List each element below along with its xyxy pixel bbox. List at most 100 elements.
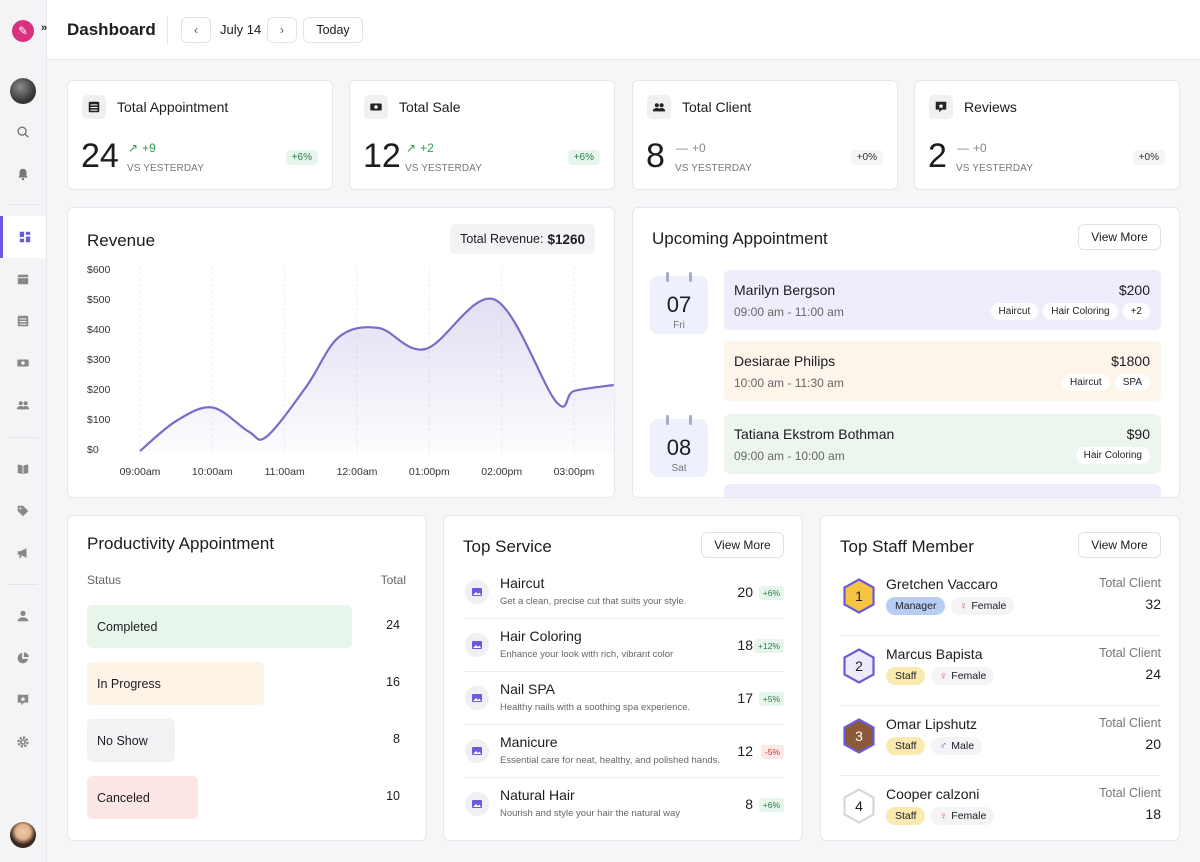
date-box: 07 Fri <box>650 272 708 334</box>
service-count: 12 <box>737 743 753 759</box>
calendar-icon[interactable] <box>0 258 46 300</box>
sidebar-divider <box>8 584 38 585</box>
service-description: Get a clean, precise cut that suits your… <box>500 596 687 607</box>
view-more-button[interactable]: View More <box>1078 224 1161 250</box>
total-client-label: Total Client <box>1099 646 1161 660</box>
service-tags: Haircut SPA <box>1062 374 1150 391</box>
service-name: Hair Coloring <box>500 628 582 644</box>
next-date-button[interactable]: › <box>267 17 297 43</box>
top-service-title: Top Service <box>463 537 552 556</box>
brand-logo-icon[interactable]: ✎ <box>12 20 34 42</box>
chart-icon[interactable] <box>0 637 46 679</box>
stat-badge: +0% <box>850 150 883 165</box>
female-icon: ♀ <box>939 810 948 822</box>
stat-delta: ↗ +9 <box>128 141 156 155</box>
header-divider <box>167 16 168 44</box>
user-avatar[interactable] <box>10 822 36 848</box>
appointment-item[interactable]: Tatiana Ekstrom Bothman 09:00 am - 10:00… <box>724 414 1161 474</box>
total-client-value: 18 <box>1145 806 1161 822</box>
status-bar[interactable]: Completed <box>87 605 352 648</box>
gender-badge: ♂ Male <box>931 737 983 755</box>
service-count: 8 <box>745 796 753 812</box>
service-item[interactable]: Manicure Essential care for neat, healthy… <box>463 725 784 778</box>
gender-badge: ♀ Female <box>931 807 995 825</box>
stat-vs-label: VS YESTERDAY <box>956 163 1033 174</box>
staff-tags: Staff ♂ Male <box>886 737 983 755</box>
staff-name: Omar Lipshutz <box>886 716 978 732</box>
book-icon[interactable] <box>0 448 46 490</box>
staff-item[interactable]: 1 Gretchen Vaccaro Manager ♀ Female Total Cli… <box>840 566 1161 636</box>
appointment-item-partial[interactable] <box>724 484 1161 497</box>
productivity-card: Productivity Appointment Status Total Co… <box>67 515 427 841</box>
trend-flat-icon: — <box>676 141 688 155</box>
calendar-pin <box>689 415 692 425</box>
status-count: 10 <box>386 789 400 803</box>
female-icon: ♀ <box>959 600 968 612</box>
appointment-item[interactable]: Marilyn Bergson 09:00 am - 11:00 am $200… <box>724 270 1161 330</box>
staff-item[interactable]: 4 Cooper calzoni Staff ♀ Female Total Client 1… <box>840 776 1161 846</box>
client-name: Desiarae Philips <box>734 353 836 369</box>
service-item[interactable]: Haircut Get a clean, precise cut that sui… <box>463 566 784 619</box>
service-count: 17 <box>737 690 753 706</box>
upcoming-appointment-card: Upcoming Appointment View More 07 Fri 08… <box>632 207 1180 498</box>
staff-tags: Manager ♀ Female <box>886 597 1015 615</box>
user-icon[interactable] <box>0 595 46 637</box>
rank-hexagon-icon: 1 <box>842 578 876 614</box>
date-box: 08 Sat <box>650 415 708 477</box>
gender-badge: ♀ Female <box>951 597 1015 615</box>
rank-number: 2 <box>855 658 863 674</box>
chevron-left-icon: ‹ <box>194 23 198 37</box>
appointment-item[interactable]: Desiarae Philips 10:00 am - 11:30 am $18… <box>724 341 1161 401</box>
service-name: Manicure <box>500 734 558 750</box>
megaphone-icon[interactable] <box>0 532 46 574</box>
stat-badge: +6% <box>285 150 318 165</box>
productivity-title: Productivity Appointment <box>87 534 275 553</box>
status-bar[interactable]: Canceled <box>87 776 198 819</box>
topbar: Dashboard ‹ July 14 › Today <box>47 0 1200 60</box>
service-item[interactable]: Hair Coloring Enhance your look with rich… <box>463 619 784 672</box>
money-icon[interactable] <box>0 342 46 384</box>
users-icon <box>647 95 671 119</box>
review-icon[interactable] <box>0 679 46 721</box>
status-count: 8 <box>393 732 400 746</box>
stat-card-total-client: Total Client 8 — +0 VS YESTERDAY +0% <box>632 80 898 190</box>
stat-value: 24 <box>81 137 119 175</box>
service-image-icon <box>465 686 489 710</box>
status-bar[interactable]: In Progress <box>87 662 264 705</box>
today-button[interactable]: Today <box>303 17 363 43</box>
gender-badge: ♀ Female <box>931 667 995 685</box>
view-more-button[interactable]: View More <box>701 532 784 558</box>
tag-icon[interactable] <box>0 490 46 532</box>
revenue-chart <box>139 266 614 456</box>
service-name: Haircut <box>500 575 545 591</box>
top-staff-title: Top Staff Member <box>840 537 974 556</box>
stat-card-total-sale: Total Sale 12 ↗ +2 VS YESTERDAY +6% <box>349 80 615 190</box>
trend-flat-icon: — <box>957 141 969 155</box>
status-bar[interactable]: No Show <box>87 719 175 762</box>
search-icon[interactable] <box>0 111 46 153</box>
sidebar: ✎ » <box>0 0 47 862</box>
bell-icon[interactable] <box>0 153 46 195</box>
list-icon <box>82 95 106 119</box>
gear-icon[interactable] <box>0 721 46 763</box>
list-icon[interactable] <box>0 300 46 342</box>
prev-date-button[interactable]: ‹ <box>181 17 211 43</box>
total-client-label: Total Client <box>1099 716 1161 730</box>
workspace-avatar[interactable] <box>10 78 36 104</box>
view-more-button[interactable]: View More <box>1078 532 1161 558</box>
stat-value: 2 <box>928 137 947 175</box>
service-item[interactable]: Natural Hair Nourish and style your hair … <box>463 778 784 831</box>
dashboard-icon[interactable] <box>0 216 46 258</box>
service-item[interactable]: Nail SPA Healthy nails with a soothing sp… <box>463 672 784 725</box>
sidebar-divider <box>8 437 38 438</box>
more-tags-badge[interactable]: +2 <box>1122 303 1150 320</box>
users-icon[interactable] <box>0 384 46 426</box>
client-name: Tatiana Ekstrom Bothman <box>734 426 895 442</box>
total-client-value: 24 <box>1145 666 1161 682</box>
staff-item[interactable]: 3 Omar Lipshutz Staff ♂ Male Total Client 20 <box>840 706 1161 776</box>
status-header: Status <box>87 573 122 587</box>
service-name: Natural Hair <box>500 787 575 803</box>
service-description: Nourish and style your hair the natural … <box>500 808 681 819</box>
staff-item[interactable]: 2 Marcus Bapista Staff ♀ Female Total Client 2… <box>840 636 1161 706</box>
page-title: Dashboard <box>67 20 156 39</box>
